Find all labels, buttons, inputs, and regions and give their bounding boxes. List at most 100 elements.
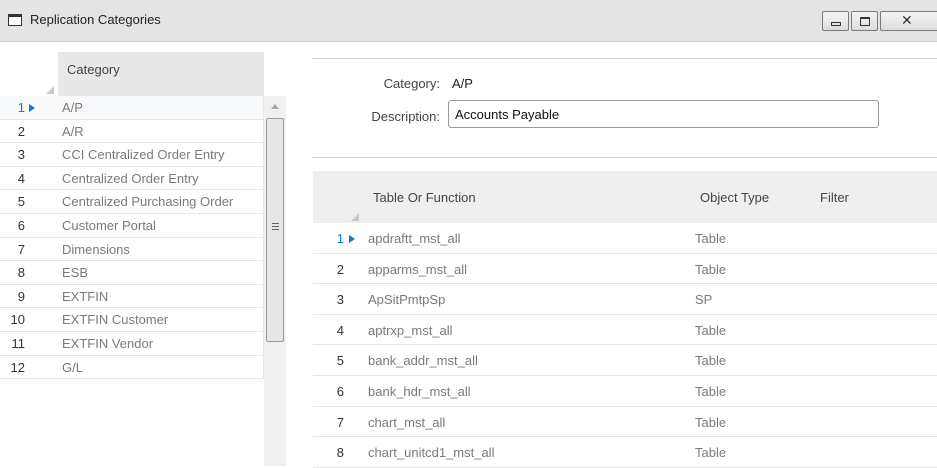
table-row[interactable]: 3 CCI Centralized Order Entry: [0, 143, 264, 167]
object-type-cell[interactable]: Table: [695, 262, 726, 277]
column-header-object-type[interactable]: Object Type: [700, 190, 769, 205]
row-number[interactable]: 4: [313, 323, 344, 338]
table-row[interactable]: 10 EXTFIN Customer: [0, 308, 264, 332]
table-row[interactable]: 12 G/L: [0, 355, 264, 380]
object-type-cell[interactable]: SP: [695, 292, 712, 307]
table-row[interactable]: 3 ApSitPmtpSp SP: [313, 284, 937, 315]
table-row[interactable]: 4 Centralized Order Entry: [0, 166, 264, 191]
table-or-function-cell[interactable]: apparms_mst_all: [368, 262, 467, 277]
window-title: Replication Categories: [30, 12, 161, 27]
close-icon: ✕: [901, 13, 913, 29]
category-cell[interactable]: ESB: [62, 265, 88, 280]
row-header[interactable]: 12: [0, 356, 58, 379]
title-bar: Replication Categories ✕: [0, 0, 937, 42]
objects-grid-rows: 1 apdraftt_mst_all Table 2 apparms_mst_all Ta…: [313, 223, 937, 468]
maximize-icon: [860, 17, 870, 26]
column-header-label: Category: [67, 62, 120, 77]
description-label: Description:: [371, 109, 440, 124]
object-type-cell[interactable]: Table: [695, 231, 726, 246]
column-header-table-or-function[interactable]: Table Or Function: [373, 190, 476, 205]
row-header[interactable]: 6: [0, 214, 58, 237]
row-header[interactable]: 5: [0, 190, 58, 213]
category-cell[interactable]: A/R: [62, 124, 84, 139]
object-type-cell[interactable]: Table: [695, 353, 726, 368]
column-header-filter[interactable]: Filter: [820, 190, 849, 205]
category-rows: 1 A/P 2 A/R 3 CCI Centralized Order Entry 4 Cen…: [0, 96, 264, 380]
row-number: 5: [17, 194, 25, 210]
category-cell[interactable]: EXTFIN: [62, 289, 108, 304]
category-label: Category:: [383, 76, 440, 91]
divider: [312, 58, 937, 59]
category-cell[interactable]: Customer Portal: [62, 218, 156, 233]
object-type-cell[interactable]: Table: [695, 323, 726, 338]
maximize-button[interactable]: [851, 11, 878, 31]
row-number[interactable]: 5: [313, 353, 344, 368]
table-row[interactable]: 6 bank_hdr_mst_all Table: [313, 376, 937, 407]
description-field[interactable]: [448, 100, 879, 128]
row-header[interactable]: 11: [0, 332, 58, 355]
row-number[interactable]: 3: [313, 292, 344, 307]
row-number: 9: [17, 288, 25, 304]
category-cell[interactable]: Centralized Purchasing Order: [62, 194, 233, 209]
row-number: 7: [17, 241, 25, 257]
scroll-thumb[interactable]: [266, 118, 284, 342]
table-row[interactable]: 8 ESB: [0, 261, 264, 285]
table-row[interactable]: 7 Dimensions: [0, 237, 264, 262]
row-header[interactable]: 4: [0, 167, 58, 190]
category-cell[interactable]: Centralized Order Entry: [62, 171, 199, 186]
row-header[interactable]: 3: [0, 143, 58, 166]
row-number[interactable]: 1: [313, 231, 344, 246]
row-header[interactable]: 7: [0, 238, 58, 261]
corner-triangle-icon: [351, 213, 359, 221]
table-row[interactable]: 11 EXTFIN Vendor: [0, 331, 264, 356]
table-row[interactable]: 8 chart_unitcd1_mst_all Table: [313, 437, 937, 468]
row-number: 4: [17, 170, 25, 186]
table-row[interactable]: 4 aptrxp_mst_all Table: [313, 315, 937, 346]
row-number[interactable]: 6: [313, 384, 344, 399]
table-or-function-cell[interactable]: aptrxp_mst_all: [368, 323, 453, 338]
category-value: A/P: [452, 76, 473, 91]
table-row[interactable]: 5 bank_addr_mst_all Table: [313, 345, 937, 376]
category-cell[interactable]: EXTFIN Vendor: [62, 336, 153, 351]
row-number[interactable]: 7: [313, 415, 344, 430]
category-cell[interactable]: G/L: [62, 360, 83, 375]
vertical-scrollbar[interactable]: [264, 96, 286, 466]
row-header[interactable]: 9: [0, 285, 58, 308]
row-number: 6: [17, 217, 25, 233]
row-number: 2: [17, 123, 25, 139]
table-or-function-cell[interactable]: ApSitPmtpSp: [368, 292, 445, 307]
grid-corner: [313, 171, 363, 223]
table-row[interactable]: 9 EXTFIN: [0, 284, 264, 309]
row-number[interactable]: 8: [313, 445, 344, 460]
category-cell[interactable]: EXTFIN Customer: [62, 312, 168, 327]
table-or-function-cell[interactable]: bank_hdr_mst_all: [368, 384, 471, 399]
row-number[interactable]: 2: [313, 262, 344, 277]
table-or-function-cell[interactable]: chart_mst_all: [368, 415, 445, 430]
table-or-function-cell[interactable]: chart_unitcd1_mst_all: [368, 445, 494, 460]
row-number: 11: [11, 335, 26, 351]
divider: [312, 157, 937, 158]
minimize-button[interactable]: [822, 11, 849, 31]
category-grid: Category 1 A/P 2 A/R 3 CCI Centralized Order …: [0, 42, 290, 468]
objects-grid-header: Table Or Function Object Type Filter: [363, 171, 937, 223]
table-or-function-cell[interactable]: apdraftt_mst_all: [368, 231, 461, 246]
category-cell[interactable]: Dimensions: [62, 242, 130, 257]
row-header[interactable]: 8: [0, 261, 58, 284]
table-row[interactable]: 2 apparms_mst_all Table: [313, 254, 937, 285]
table-or-function-cell[interactable]: bank_addr_mst_all: [368, 353, 478, 368]
row-number: 8: [17, 265, 25, 281]
row-number: 3: [17, 147, 25, 163]
object-type-cell[interactable]: Table: [695, 384, 726, 399]
close-button[interactable]: ✕: [880, 11, 937, 31]
object-type-cell[interactable]: Table: [695, 445, 726, 460]
object-type-cell[interactable]: Table: [695, 415, 726, 430]
window-icon: [8, 14, 22, 26]
row-number: 10: [10, 312, 25, 328]
table-row[interactable]: 5 Centralized Purchasing Order: [0, 190, 264, 214]
category-cell[interactable]: CCI Centralized Order Entry: [62, 147, 225, 162]
table-row[interactable]: 7 chart_mst_all Table: [313, 407, 937, 438]
row-header[interactable]: 10: [0, 308, 58, 331]
table-row[interactable]: 6 Customer Portal: [0, 213, 264, 238]
table-row[interactable]: 1 apdraftt_mst_all Table: [313, 223, 937, 254]
grip-icon: [272, 223, 279, 232]
